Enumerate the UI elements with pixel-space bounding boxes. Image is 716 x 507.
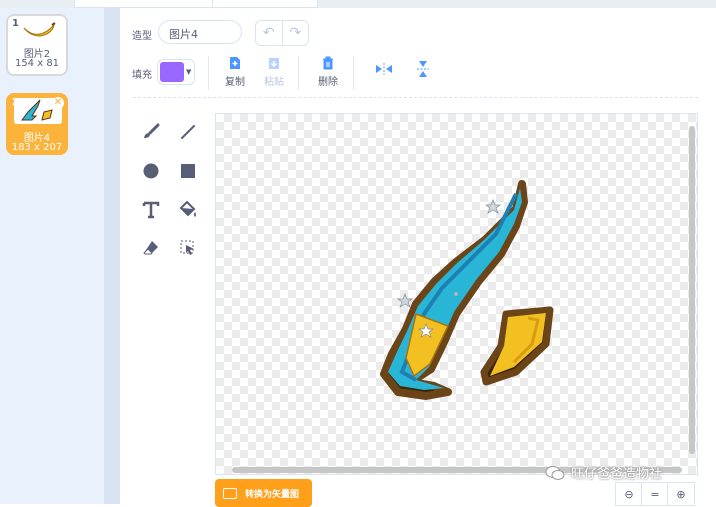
tab-sounds[interactable] [212,0,318,8]
circle-tool[interactable] [138,158,164,184]
costume-name-input[interactable]: 图片4 [158,20,242,44]
image-icon [223,487,237,499]
text-tool[interactable] [138,197,164,223]
convert-label: 转换为矢量图 [245,489,300,500]
brush-icon [144,123,160,138]
line-icon [181,125,195,139]
copy-label: 复制 [225,77,245,88]
select-tool[interactable] [175,235,201,261]
undo-button[interactable]: ↶ [256,21,282,45]
delete-button[interactable]: 删除 [313,56,343,88]
delete-costume-icon[interactable]: ✕ [52,97,64,109]
eraser-tool[interactable] [138,235,164,261]
watermark-text: 旺仔爸爸造物社 [571,467,663,482]
rectangle-tool[interactable] [175,158,201,184]
costume-number: 1 [12,18,19,29]
canvas-vertical-scrollbar[interactable] [689,126,695,454]
delete-label: 删除 [318,77,338,88]
flip-horizontal-icon [376,63,392,75]
zoom-reset-button[interactable]: = [641,482,669,506]
eraser-icon [143,241,158,255]
flip-horizontal-button[interactable] [369,62,399,79]
costume-size: 183 x 207 [11,142,63,153]
brush-tool[interactable] [138,119,164,145]
toolbar-separator [133,97,698,98]
zoom-in-icon: ⊕ [676,487,686,501]
fill-color-swatch [160,62,184,82]
zoom-out-icon: ⊖ [624,487,634,501]
flip-vertical-button[interactable] [408,60,438,81]
paste-icon [269,58,279,69]
top-tab-strip [0,0,716,8]
paint-canvas[interactable] [215,113,698,475]
copy-button[interactable]: 复制 [220,56,250,88]
costume-sidebar [0,8,104,504]
copy-icon [230,57,240,69]
undo-redo-group: ↶ ↷ [255,20,309,46]
costume-number: 2 [12,97,19,108]
circle-icon [143,163,159,179]
toolbar-divider [208,56,209,90]
fill-label: 填充 [132,70,152,81]
watermark: 旺仔爸爸造物社 [545,463,662,482]
costume-label: 造型 [132,31,152,42]
fill-tool[interactable] [175,197,201,223]
toolbar-divider [353,56,354,90]
line-tool[interactable] [175,119,201,145]
broken-banana-sprite [380,180,554,400]
zoom-reset-icon: = [650,487,660,501]
sidebar-scrollbar[interactable] [104,8,120,504]
select-icon [180,240,194,255]
costume-size: 154 x 81 [14,58,60,69]
costume-item-1[interactable]: 1 图片2 154 x 81 [6,14,68,76]
costume-item-2[interactable]: ✕ 2 图片4 183 x 207 [6,93,68,155]
chevron-down-icon: ▼ [186,68,192,76]
paint-bucket-icon [179,201,196,217]
convert-to-vector-button[interactable]: 转换为矢量图 [215,479,312,507]
paste-label: 粘贴 [264,77,284,88]
flip-vertical-icon [417,61,429,77]
zoom-in-button[interactable]: ⊕ [667,482,695,506]
trash-icon [323,56,333,70]
paste-button[interactable]: 粘贴 [259,56,289,88]
toolbar-divider [298,56,299,90]
text-icon [142,201,160,219]
wechat-logo-icon [545,465,565,480]
zoom-out-button[interactable]: ⊖ [615,482,643,506]
tab-costumes[interactable] [74,0,214,8]
fill-color-picker[interactable]: ▼ [157,59,195,85]
rectangle-icon [181,164,195,178]
redo-button[interactable]: ↷ [281,21,309,45]
redo-icon: ↷ [289,25,302,41]
undo-icon: ↶ [262,25,275,41]
banana-thumbnail-icon [23,22,56,37]
